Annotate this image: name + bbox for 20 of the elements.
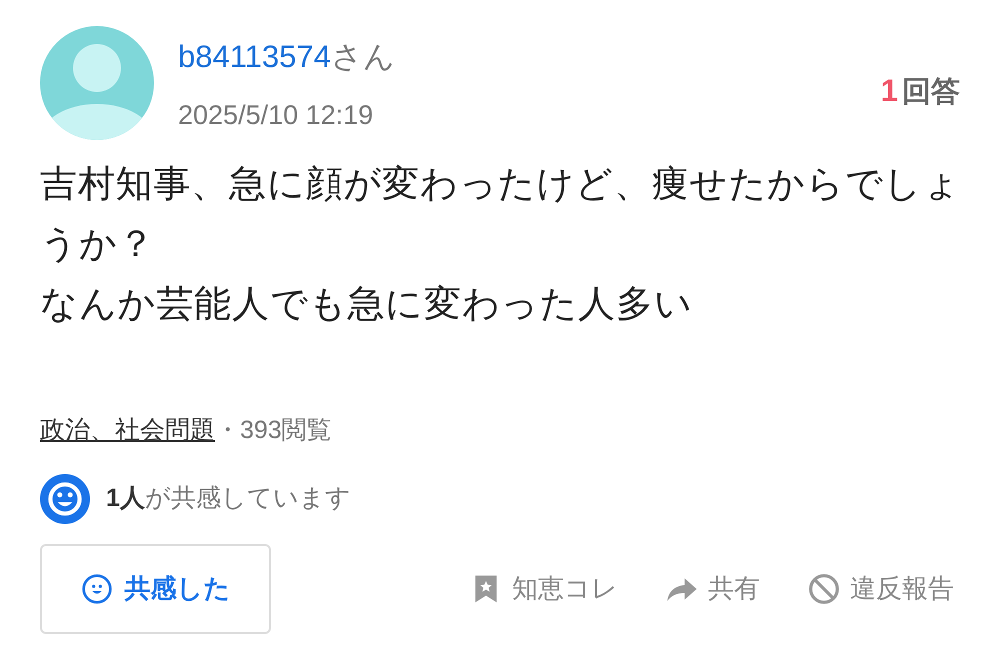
smile-icon: [40, 474, 90, 524]
user-name[interactable]: b84113574: [178, 39, 331, 74]
report-button[interactable]: 違反報告: [808, 569, 954, 608]
bookmark-button[interactable]: 知恵コレ: [470, 569, 618, 608]
question-text: 吉村知事、急に顔が変わったけど、痩せたからでしょうか？: [40, 162, 962, 266]
view-count: 393閲覧: [240, 416, 332, 444]
answer-label: 回答: [902, 75, 960, 110]
category-link[interactable]: 政治、社会問題: [40, 416, 215, 444]
question-text: なんか芸能人でも急に変わった人多い: [40, 282, 694, 326]
separator: ・: [215, 416, 240, 444]
empathy-button[interactable]: 共感した: [40, 544, 271, 634]
prohibited-icon: [808, 572, 840, 604]
post-date: 2025/5/10 12:19: [178, 98, 374, 132]
avatar-icon: [40, 26, 154, 140]
answer-count: 1: [880, 72, 898, 110]
empathy-text: が共感しています: [144, 484, 351, 512]
share-button[interactable]: 共有: [666, 569, 760, 608]
smile-icon: [80, 572, 112, 604]
empathy-count: 1人: [106, 484, 145, 512]
name-suffix: さん: [330, 39, 395, 74]
